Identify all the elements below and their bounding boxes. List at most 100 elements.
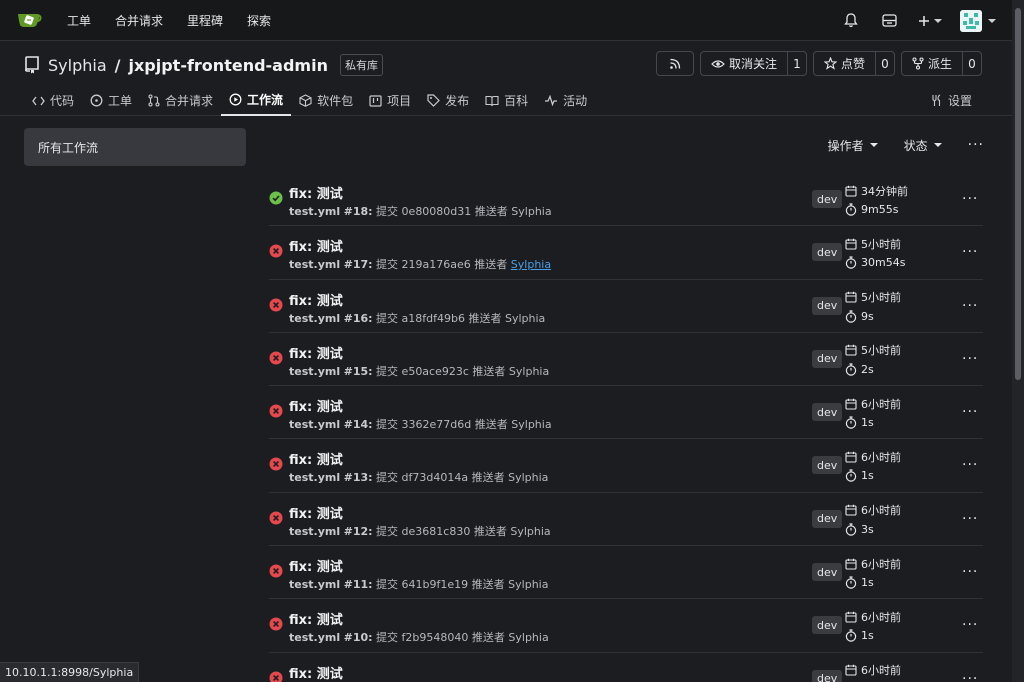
branch-badge[interactable]: dev (812, 669, 843, 682)
fork-count[interactable]: 0 (963, 52, 981, 75)
run-time-ago: 6小时前 (861, 504, 901, 518)
run-title-link[interactable]: fix: 测试 (289, 609, 343, 628)
stopwatch-tray-icon[interactable] (870, 0, 908, 41)
nav-explore[interactable]: 探索 (235, 0, 283, 41)
run-more-options-button[interactable]: ··· (962, 511, 978, 527)
workflow-run-row[interactable]: fix: 测试 test.yml #16: 提交 a18fdf49b6 推送者 S… (269, 280, 983, 333)
run-title-link[interactable]: fix: 测试 (289, 449, 343, 468)
run-commit-sha[interactable]: 641b9f1e19 (402, 578, 469, 591)
repo-owner-link[interactable]: Sylphia (48, 56, 107, 75)
run-more-options-button[interactable]: ··· (962, 404, 978, 420)
branch-badge[interactable]: dev (812, 403, 843, 422)
sidebar-item-all-workflows[interactable]: 所有工作流 (24, 128, 246, 166)
run-commit-sha[interactable]: a18fdf49b6 (402, 312, 465, 325)
eye-icon (711, 59, 725, 68)
run-pusher[interactable]: Sylphia (505, 312, 545, 325)
tab-wiki[interactable]: 百科 (477, 85, 536, 116)
notifications-bell-icon[interactable] (832, 0, 870, 41)
unwatch-button[interactable]: 取消关注 (701, 52, 788, 75)
nav-milestones[interactable]: 里程碑 (175, 0, 235, 41)
run-more-options-button[interactable]: ··· (962, 351, 978, 367)
run-duration: 1s (861, 416, 874, 430)
run-more-options-button[interactable]: ··· (962, 457, 978, 473)
run-more-options-button[interactable]: ··· (962, 617, 978, 633)
workflow-run-row[interactable]: fix: 测试 test.yml #18: 提交 0e80080d31 推送者 S… (269, 173, 983, 227)
run-more-options-button[interactable]: ··· (962, 191, 978, 207)
run-number: #11: (343, 578, 373, 592)
tab-releases[interactable]: 发布 (419, 85, 477, 116)
run-title-link[interactable]: fix: 测试 (289, 183, 343, 202)
run-more-options-button[interactable]: ··· (962, 298, 978, 314)
run-pusher[interactable]: Sylphia (508, 578, 548, 591)
run-title-link[interactable]: fix: 测试 (289, 290, 343, 309)
branch-badge[interactable]: dev (812, 296, 843, 315)
run-more-options-button[interactable]: ··· (962, 564, 978, 580)
tab-settings[interactable]: 设置 (930, 85, 972, 116)
page-scrollbar[interactable] (1012, 0, 1024, 682)
workflow-run-row[interactable]: fix: 测试 test.yml #10: 提交 f2b9548040 推送者 S… (269, 599, 983, 653)
tab-issues[interactable]: 工单 (82, 85, 140, 116)
run-pusher[interactable]: Sylphia (511, 258, 551, 271)
rss-feed-button[interactable] (655, 51, 694, 76)
workflow-run-row[interactable]: fix: 测试 test.yml #17: 提交 219a176ae6 推送者 S… (269, 226, 983, 280)
workflow-run-row[interactable]: fix: 测试 test.yml #12: 提交 de3681c830 推送者 S… (269, 493, 983, 547)
nav-issues[interactable]: 工单 (55, 0, 103, 41)
run-pusher[interactable]: Sylphia (511, 205, 551, 218)
workflow-run-row[interactable]: fix: 测试 dev 6小时前 ··· (269, 653, 983, 682)
run-commit-sha[interactable]: 3362e77d6d (402, 418, 472, 431)
tab-pulls[interactable]: 合并请求 (140, 85, 221, 116)
repo-name-link[interactable]: jxpjpt-frontend-admin (128, 56, 328, 75)
star-count[interactable]: 0 (876, 52, 894, 75)
run-title-link[interactable]: fix: 测试 (289, 236, 343, 255)
tab-projects[interactable]: 项目 (361, 85, 419, 116)
workflow-run-row[interactable]: fix: 测试 test.yml #13: 提交 df73d4014a 推送者 S… (269, 439, 983, 493)
run-more-options-button[interactable]: ··· (962, 244, 978, 260)
run-commit-sha[interactable]: f2b9548040 (402, 631, 469, 644)
tab-packages[interactable]: 软件包 (291, 85, 361, 116)
fork-button[interactable]: 派生 (902, 52, 963, 75)
run-commit-sha[interactable]: 219a176ae6 (402, 258, 471, 271)
branch-badge[interactable]: dev (812, 616, 843, 635)
branch-badge[interactable]: dev (812, 349, 843, 368)
run-commit-sha[interactable]: e50ace923c (402, 365, 469, 378)
branch-badge[interactable]: dev (812, 190, 843, 208)
run-pusher-label: 推送者 (471, 631, 505, 645)
tab-code[interactable]: 代码 (24, 85, 82, 116)
status-filter-dropdown[interactable]: 状态 (904, 137, 942, 154)
create-new-button[interactable] (908, 15, 952, 27)
run-commit-sha[interactable]: 0e80080d31 (402, 205, 472, 218)
run-pusher[interactable]: Sylphia (510, 525, 550, 538)
scrollbar-thumb[interactable] (1015, 8, 1021, 380)
calendar-icon (845, 664, 857, 676)
run-pusher[interactable]: Sylphia (509, 365, 549, 378)
run-pusher[interactable]: Sylphia (508, 471, 548, 484)
branch-badge[interactable]: dev (812, 243, 843, 262)
nav-pulls[interactable]: 合并请求 (103, 0, 175, 41)
run-title-link[interactable]: fix: 测试 (289, 663, 343, 682)
run-commit-sha[interactable]: df73d4014a (402, 471, 469, 484)
branch-badge[interactable]: dev (812, 456, 843, 475)
run-title-link[interactable]: fix: 测试 (289, 556, 343, 575)
branch-badge[interactable]: dev (812, 563, 843, 582)
stopwatch-icon (845, 256, 857, 269)
run-title-link[interactable]: fix: 测试 (289, 503, 343, 522)
run-commit-sha[interactable]: de3681c830 (402, 525, 471, 538)
run-title-link[interactable]: fix: 测试 (289, 343, 343, 362)
run-pusher[interactable]: Sylphia (508, 631, 548, 644)
workflow-run-row[interactable]: fix: 测试 test.yml #11: 提交 641b9f1e19 推送者 S… (269, 546, 983, 600)
gitea-logo-icon[interactable] (16, 9, 42, 31)
run-more-options-button[interactable]: ··· (962, 671, 978, 682)
run-title-link[interactable]: fix: 测试 (289, 396, 343, 415)
actor-filter-dropdown[interactable]: 操作者 (828, 137, 878, 154)
user-menu[interactable] (960, 9, 996, 32)
workflow-run-row[interactable]: fix: 测试 test.yml #14: 提交 3362e77d6d 推送者 S… (269, 386, 983, 440)
run-pusher[interactable]: Sylphia (511, 418, 551, 431)
more-options-button[interactable]: ··· (968, 137, 984, 153)
branch-badge[interactable]: dev (812, 509, 843, 528)
tab-activity[interactable]: 活动 (536, 85, 595, 116)
success-check-icon (269, 191, 283, 205)
watch-count[interactable]: 1 (788, 52, 806, 75)
tab-actions[interactable]: 工作流 (221, 85, 292, 116)
workflow-run-row[interactable]: fix: 测试 test.yml #15: 提交 e50ace923c 推送者 S… (269, 333, 983, 387)
star-button[interactable]: 点赞 (814, 52, 876, 75)
